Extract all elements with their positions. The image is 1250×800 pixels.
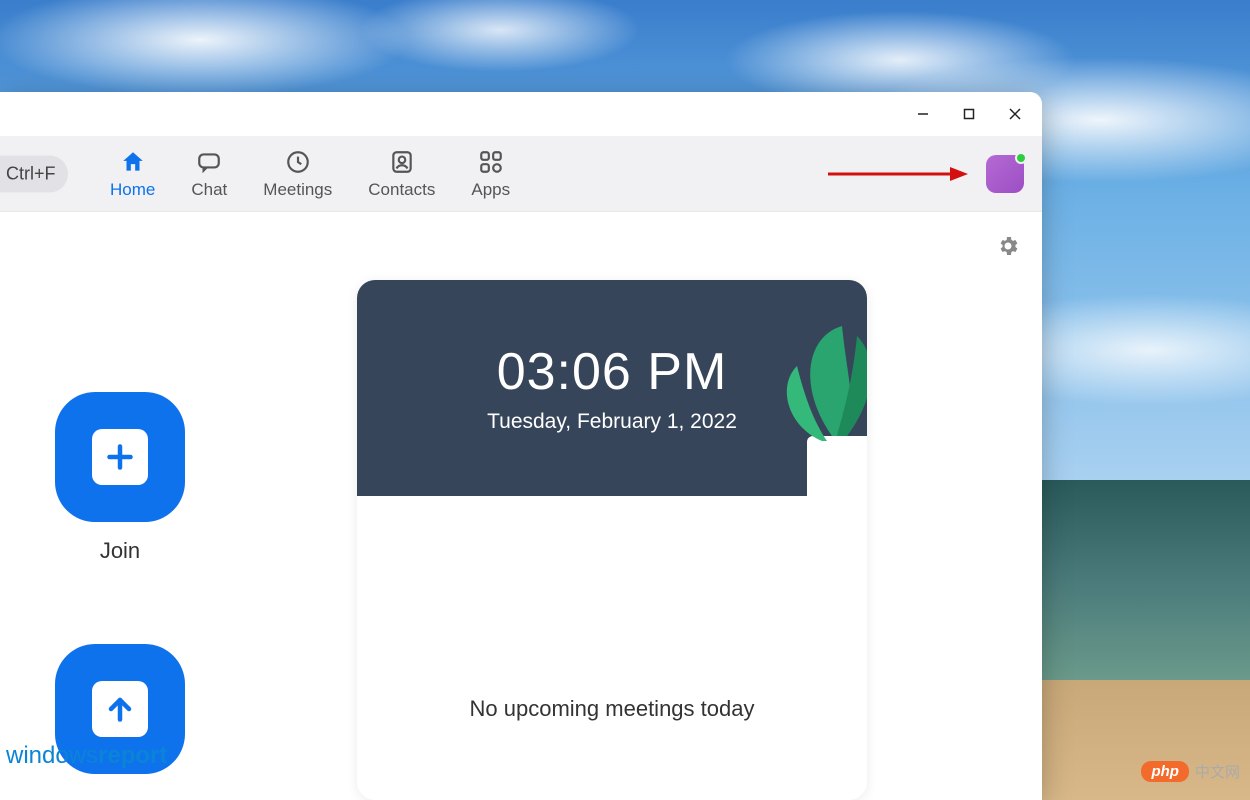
calendar-card: 03:06 PM Tuesday, February 1, 2022 No up… xyxy=(357,280,867,800)
current-time: 03:06 PM xyxy=(497,342,728,402)
nav-tab-label: Meetings xyxy=(263,180,332,200)
join-button[interactable] xyxy=(55,392,185,522)
window-minimize-button[interactable] xyxy=(900,92,946,136)
desktop-background: Ctrl+F Home Chat xyxy=(0,0,1250,800)
annotation-arrow xyxy=(828,164,968,184)
watermark-left-prefix: windows xyxy=(6,742,98,769)
profile-avatar[interactable] xyxy=(986,155,1024,193)
tab-chat[interactable]: Chat xyxy=(191,148,227,200)
quick-actions-column: Join xyxy=(55,392,185,774)
tab-contacts[interactable]: Contacts xyxy=(368,148,435,200)
clock-icon xyxy=(284,148,312,176)
content-area: Join 03:06 PM Tuesday, February 1, 2022 xyxy=(0,212,1042,800)
apps-icon xyxy=(477,148,505,176)
nav-tab-label: Apps xyxy=(471,180,510,200)
join-action: Join xyxy=(55,392,185,564)
tab-meetings[interactable]: Meetings xyxy=(263,148,332,200)
window-titlebar xyxy=(0,92,1042,136)
search-shortcut-hint[interactable]: Ctrl+F xyxy=(0,155,68,192)
join-label: Join xyxy=(100,538,140,564)
window-close-button[interactable] xyxy=(992,92,1038,136)
status-online-icon xyxy=(1015,152,1027,164)
no-meetings-text: No upcoming meetings today xyxy=(357,696,867,722)
navigation-bar: Ctrl+F Home Chat xyxy=(0,136,1042,212)
current-date: Tuesday, February 1, 2022 xyxy=(487,410,737,434)
calendar-hero: 03:06 PM Tuesday, February 1, 2022 xyxy=(357,280,867,496)
contacts-icon xyxy=(388,148,416,176)
zoom-app-window: Ctrl+F Home Chat xyxy=(0,92,1042,800)
nav-tab-label: Contacts xyxy=(368,180,435,200)
tab-apps[interactable]: Apps xyxy=(471,148,510,200)
nav-tab-label: Home xyxy=(110,180,155,200)
plant-decoration-icon xyxy=(737,326,867,496)
watermark-php: php 中文网 xyxy=(1141,761,1240,782)
window-maximize-button[interactable] xyxy=(946,92,992,136)
nav-tabs: Home Chat Meetings xyxy=(110,148,510,200)
home-icon xyxy=(119,148,147,176)
chat-icon xyxy=(195,148,223,176)
watermark-left-suffix: report xyxy=(98,742,167,769)
tab-home[interactable]: Home xyxy=(110,148,155,200)
watermark-right-text: 中文网 xyxy=(1195,761,1240,782)
plus-icon xyxy=(92,429,148,485)
watermark-windowsreport: windowsreport xyxy=(6,742,167,770)
arrow-up-icon xyxy=(92,681,148,737)
watermark-right-badge: php xyxy=(1141,761,1189,782)
settings-button[interactable] xyxy=(996,234,1020,263)
nav-tab-label: Chat xyxy=(191,180,227,200)
